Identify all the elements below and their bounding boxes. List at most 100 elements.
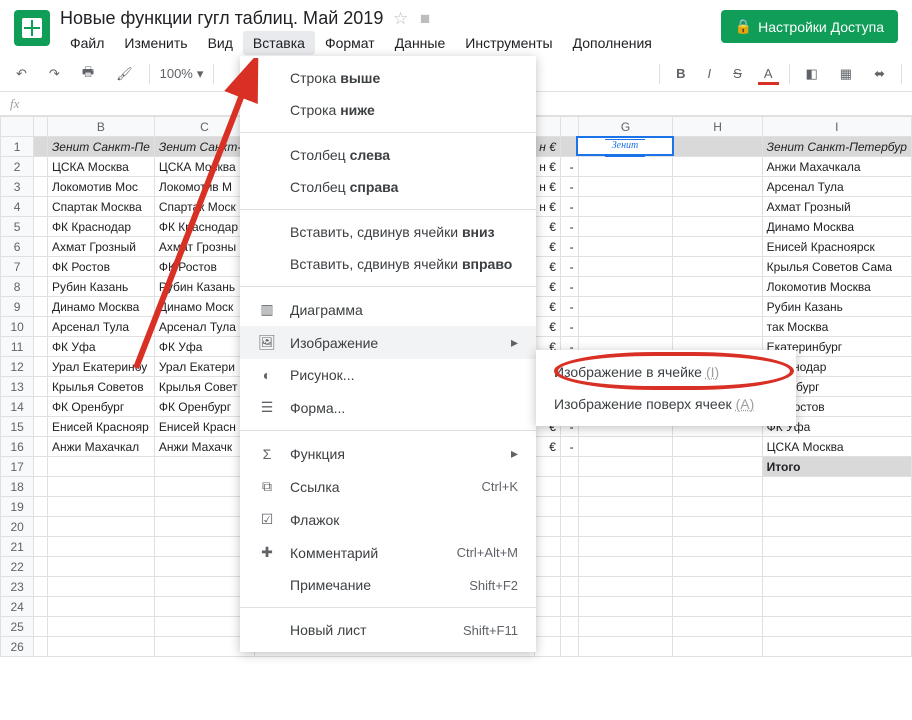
cell[interactable]: - bbox=[560, 277, 578, 297]
cell[interactable]: - bbox=[560, 317, 578, 337]
cell[interactable]: Крылья Советов bbox=[47, 377, 154, 397]
cell[interactable]: Ахмат Грозный bbox=[47, 237, 154, 257]
insert-image[interactable]: 🖼Изображение▸ bbox=[240, 326, 536, 359]
cell[interactable]: Зенит Санкт-Пе bbox=[47, 137, 154, 157]
insert-chart[interactable]: ▥Диаграмма bbox=[240, 293, 536, 326]
undo-icon[interactable]: ↶ bbox=[10, 62, 33, 86]
cell[interactable] bbox=[578, 157, 673, 177]
cell[interactable] bbox=[34, 457, 48, 477]
cell[interactable] bbox=[534, 597, 560, 617]
cell[interactable] bbox=[34, 597, 48, 617]
row-header[interactable]: 6 bbox=[1, 237, 34, 257]
cell[interactable] bbox=[578, 297, 673, 317]
menu-file[interactable]: Файл bbox=[60, 31, 114, 55]
cell[interactable]: € bbox=[534, 317, 560, 337]
row-header[interactable]: 21 bbox=[1, 537, 34, 557]
cell[interactable] bbox=[578, 437, 673, 457]
cell[interactable] bbox=[534, 537, 560, 557]
insert-note[interactable]: •ПримечаниеShift+F2 bbox=[240, 569, 536, 601]
cell[interactable]: ФК Краснодар bbox=[47, 217, 154, 237]
cell[interactable] bbox=[47, 637, 154, 657]
insert-new-sheet[interactable]: •Новый листShift+F11 bbox=[240, 614, 536, 646]
cell[interactable] bbox=[560, 637, 578, 657]
cell[interactable] bbox=[34, 257, 48, 277]
cell[interactable] bbox=[560, 577, 578, 597]
cell[interactable] bbox=[762, 577, 911, 597]
text-color-icon[interactable]: A bbox=[758, 62, 779, 85]
cell[interactable]: Зенит Санкт-Петербур bbox=[762, 137, 911, 157]
insert-checkbox[interactable]: ☑Флажок bbox=[240, 503, 536, 536]
cell[interactable] bbox=[578, 477, 673, 497]
cell[interactable]: ФК Оренбург bbox=[47, 397, 154, 417]
cell[interactable] bbox=[34, 177, 48, 197]
cell[interactable] bbox=[34, 357, 48, 377]
cell[interactable]: Итого bbox=[762, 457, 911, 477]
cell[interactable] bbox=[34, 497, 48, 517]
cell[interactable] bbox=[673, 437, 762, 457]
sheets-logo[interactable] bbox=[14, 10, 50, 46]
print-icon[interactable]: 🖶 bbox=[76, 59, 100, 89]
menu-format[interactable]: Формат bbox=[315, 31, 385, 55]
cell[interactable]: Ахмат Грозный bbox=[762, 197, 911, 217]
cell[interactable] bbox=[673, 597, 762, 617]
cell[interactable] bbox=[762, 537, 911, 557]
cell[interactable] bbox=[534, 637, 560, 657]
cell[interactable]: Урал Екатеринбу bbox=[47, 357, 154, 377]
cell[interactable]: Енисей Красноярск bbox=[762, 237, 911, 257]
row-header[interactable]: 18 bbox=[1, 477, 34, 497]
cell[interactable] bbox=[673, 517, 762, 537]
cell[interactable] bbox=[578, 257, 673, 277]
cell[interactable] bbox=[673, 217, 762, 237]
cell[interactable] bbox=[578, 217, 673, 237]
cell[interactable] bbox=[673, 637, 762, 657]
cell[interactable] bbox=[34, 137, 48, 157]
cell[interactable] bbox=[578, 177, 673, 197]
cell[interactable] bbox=[578, 597, 673, 617]
cell[interactable]: Рубин Казань bbox=[47, 277, 154, 297]
cell[interactable]: н € bbox=[534, 177, 560, 197]
row-header[interactable]: 1 bbox=[1, 137, 34, 157]
row-header[interactable]: 24 bbox=[1, 597, 34, 617]
cell[interactable]: Локомотив Мос bbox=[47, 177, 154, 197]
cell[interactable]: - bbox=[560, 157, 578, 177]
cell[interactable] bbox=[578, 557, 673, 577]
cell[interactable] bbox=[762, 597, 911, 617]
paint-format-icon[interactable]: 🖌 bbox=[110, 62, 139, 86]
cell[interactable] bbox=[762, 617, 911, 637]
cell[interactable] bbox=[34, 537, 48, 557]
row-header[interactable]: 2 bbox=[1, 157, 34, 177]
row-header[interactable]: 17 bbox=[1, 457, 34, 477]
cell[interactable] bbox=[560, 457, 578, 477]
row-header[interactable]: 25 bbox=[1, 617, 34, 637]
cell[interactable] bbox=[34, 237, 48, 257]
insert-row-above[interactable]: •Строка выше bbox=[240, 62, 536, 94]
cell[interactable] bbox=[578, 617, 673, 637]
insert-function[interactable]: ΣФункция▸ bbox=[240, 437, 536, 470]
bold-icon[interactable]: B bbox=[670, 62, 691, 85]
col-header[interactable] bbox=[560, 117, 578, 137]
cell[interactable] bbox=[578, 537, 673, 557]
select-all[interactable] bbox=[1, 117, 34, 137]
cell[interactable]: - bbox=[560, 177, 578, 197]
cell[interactable]: ФК Уфа bbox=[47, 337, 154, 357]
cell[interactable] bbox=[47, 537, 154, 557]
row-header[interactable]: 11 bbox=[1, 337, 34, 357]
row-header[interactable]: 22 bbox=[1, 557, 34, 577]
cell[interactable] bbox=[47, 617, 154, 637]
fill-color-icon[interactable]: ◧ bbox=[800, 62, 824, 86]
insert-drawing[interactable]: ◐Рисунок... bbox=[240, 359, 536, 391]
cell[interactable]: ЦСКА Москва bbox=[47, 157, 154, 177]
cell[interactable] bbox=[47, 477, 154, 497]
cell[interactable] bbox=[673, 617, 762, 637]
cell[interactable]: - bbox=[560, 237, 578, 257]
cell[interactable] bbox=[560, 537, 578, 557]
cell[interactable]: - bbox=[560, 297, 578, 317]
cell[interactable] bbox=[560, 617, 578, 637]
cell[interactable] bbox=[673, 257, 762, 277]
cell[interactable]: Рубин Казань bbox=[762, 297, 911, 317]
cell[interactable] bbox=[34, 337, 48, 357]
cell[interactable] bbox=[34, 577, 48, 597]
merge-icon[interactable]: ⬌ bbox=[868, 62, 891, 86]
cell[interactable]: € bbox=[534, 257, 560, 277]
cell[interactable]: Локомотив Москва bbox=[762, 277, 911, 297]
